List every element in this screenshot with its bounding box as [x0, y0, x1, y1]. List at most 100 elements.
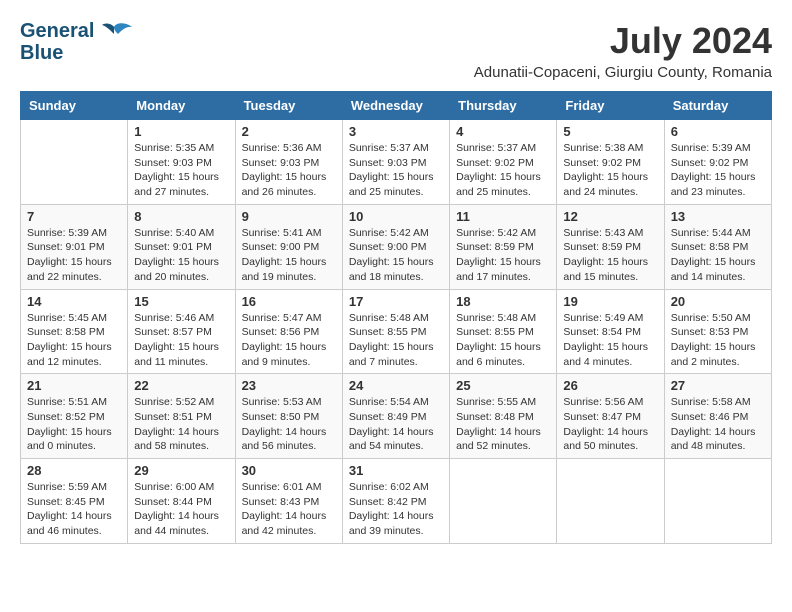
- day-info: Sunrise: 5:51 AM Sunset: 8:52 PM Dayligh…: [27, 395, 121, 454]
- day-info: Sunrise: 5:46 AM Sunset: 8:57 PM Dayligh…: [134, 311, 228, 370]
- weekday-header-thursday: Thursday: [450, 92, 557, 120]
- calendar-cell: 9 Sunrise: 5:41 AM Sunset: 9:00 PM Daylig…: [235, 204, 342, 289]
- day-number: 13: [671, 209, 765, 224]
- day-number: 23: [242, 378, 336, 393]
- day-number: 4: [456, 124, 550, 139]
- day-number: 2: [242, 124, 336, 139]
- weekday-header-monday: Monday: [128, 92, 235, 120]
- day-info: Sunrise: 5:37 AM Sunset: 9:02 PM Dayligh…: [456, 141, 550, 200]
- calendar-cell: [664, 459, 771, 544]
- day-info: Sunrise: 5:40 AM Sunset: 9:01 PM Dayligh…: [134, 226, 228, 285]
- day-info: Sunrise: 5:49 AM Sunset: 8:54 PM Dayligh…: [563, 311, 657, 370]
- day-info: Sunrise: 5:35 AM Sunset: 9:03 PM Dayligh…: [134, 141, 228, 200]
- calendar-cell: 31 Sunrise: 6:02 AM Sunset: 8:42 PM Dayli…: [342, 459, 449, 544]
- calendar-cell: 5 Sunrise: 5:38 AM Sunset: 9:02 PM Daylig…: [557, 120, 664, 205]
- day-number: 28: [27, 463, 121, 478]
- day-info: Sunrise: 5:37 AM Sunset: 9:03 PM Dayligh…: [349, 141, 443, 200]
- calendar-cell: 11Sunrise: 5:42 AM Sunset: 8:59 PM Dayli…: [450, 204, 557, 289]
- day-number: 25: [456, 378, 550, 393]
- calendar-cell: 18 Sunrise: 5:48 AM Sunset: 8:55 PM Dayli…: [450, 289, 557, 374]
- calendar-cell: [450, 459, 557, 544]
- day-info: Sunrise: 6:00 AM Sunset: 8:44 PM Dayligh…: [134, 480, 228, 539]
- calendar-cell: 10Sunrise: 5:42 AM Sunset: 9:00 PM Dayli…: [342, 204, 449, 289]
- logo-line1: General: [20, 20, 94, 42]
- day-info: Sunrise: 5:47 AM Sunset: 8:56 PM Dayligh…: [242, 311, 336, 370]
- day-number: 17: [349, 294, 443, 309]
- day-info: Sunrise: 5:39 AM Sunset: 9:02 PM Dayligh…: [671, 141, 765, 200]
- calendar-cell: 15 Sunrise: 5:46 AM Sunset: 8:57 PM Dayli…: [128, 289, 235, 374]
- day-number: 11: [456, 209, 550, 224]
- calendar-week-4: 21 Sunrise: 5:51 AM Sunset: 8:52 PM Dayli…: [21, 374, 772, 459]
- day-info: Sunrise: 5:43 AM Sunset: 8:59 PM Dayligh…: [563, 226, 657, 285]
- weekday-header-friday: Friday: [557, 92, 664, 120]
- calendar-cell: 21 Sunrise: 5:51 AM Sunset: 8:52 PM Dayli…: [21, 374, 128, 459]
- day-info: Sunrise: 5:58 AM Sunset: 8:46 PM Dayligh…: [671, 395, 765, 454]
- weekday-header-sunday: Sunday: [21, 92, 128, 120]
- day-number: 24: [349, 378, 443, 393]
- calendar-cell: 30Sunrise: 6:01 AM Sunset: 8:43 PM Dayli…: [235, 459, 342, 544]
- day-info: Sunrise: 5:52 AM Sunset: 8:51 PM Dayligh…: [134, 395, 228, 454]
- day-number: 22: [134, 378, 228, 393]
- calendar-week-2: 7 Sunrise: 5:39 AM Sunset: 9:01 PM Daylig…: [21, 204, 772, 289]
- weekday-header-saturday: Saturday: [664, 92, 771, 120]
- calendar-cell: [21, 120, 128, 205]
- day-number: 21: [27, 378, 121, 393]
- day-number: 12: [563, 209, 657, 224]
- day-info: Sunrise: 5:38 AM Sunset: 9:02 PM Dayligh…: [563, 141, 657, 200]
- calendar-cell: 17 Sunrise: 5:48 AM Sunset: 8:55 PM Dayli…: [342, 289, 449, 374]
- day-info: Sunrise: 6:01 AM Sunset: 8:43 PM Dayligh…: [242, 480, 336, 539]
- calendar-cell: 25 Sunrise: 5:55 AM Sunset: 8:48 PM Dayli…: [450, 374, 557, 459]
- weekday-header-wednesday: Wednesday: [342, 92, 449, 120]
- calendar-week-5: 28Sunrise: 5:59 AM Sunset: 8:45 PM Dayli…: [21, 459, 772, 544]
- calendar-header-row: SundayMondayTuesdayWednesdayThursdayFrid…: [21, 92, 772, 120]
- calendar-cell: 22 Sunrise: 5:52 AM Sunset: 8:51 PM Dayli…: [128, 374, 235, 459]
- day-number: 3: [349, 124, 443, 139]
- day-info: Sunrise: 5:54 AM Sunset: 8:49 PM Dayligh…: [349, 395, 443, 454]
- calendar-cell: 12 Sunrise: 5:43 AM Sunset: 8:59 PM Dayli…: [557, 204, 664, 289]
- calendar-cell: 26 Sunrise: 5:56 AM Sunset: 8:47 PM Dayli…: [557, 374, 664, 459]
- calendar-cell: 24 Sunrise: 5:54 AM Sunset: 8:49 PM Dayli…: [342, 374, 449, 459]
- logo-line2: Blue: [20, 42, 94, 64]
- day-info: Sunrise: 6:02 AM Sunset: 8:42 PM Dayligh…: [349, 480, 443, 539]
- calendar-cell: 27Sunrise: 5:58 AM Sunset: 8:46 PM Dayli…: [664, 374, 771, 459]
- day-number: 1: [134, 124, 228, 139]
- calendar-week-1: 1 Sunrise: 5:35 AM Sunset: 9:03 PM Daylig…: [21, 120, 772, 205]
- calendar-table: SundayMondayTuesdayWednesdayThursdayFrid…: [20, 91, 772, 544]
- page-header: General Blue July 2024 Adunatii-Copaceni…: [20, 20, 772, 81]
- weekday-header-tuesday: Tuesday: [235, 92, 342, 120]
- day-info: Sunrise: 5:44 AM Sunset: 8:58 PM Dayligh…: [671, 226, 765, 285]
- calendar-cell: 2 Sunrise: 5:36 AM Sunset: 9:03 PM Daylig…: [235, 120, 342, 205]
- day-number: 16: [242, 294, 336, 309]
- day-info: Sunrise: 5:48 AM Sunset: 8:55 PM Dayligh…: [349, 311, 443, 370]
- day-info: Sunrise: 5:41 AM Sunset: 9:00 PM Dayligh…: [242, 226, 336, 285]
- day-info: Sunrise: 5:39 AM Sunset: 9:01 PM Dayligh…: [27, 226, 121, 285]
- calendar-cell: 1 Sunrise: 5:35 AM Sunset: 9:03 PM Daylig…: [128, 120, 235, 205]
- day-number: 18: [456, 294, 550, 309]
- location-subtitle: Adunatii-Copaceni, Giurgiu County, Roman…: [474, 64, 772, 81]
- day-number: 5: [563, 124, 657, 139]
- day-info: Sunrise: 5:50 AM Sunset: 8:53 PM Dayligh…: [671, 311, 765, 370]
- day-info: Sunrise: 5:56 AM Sunset: 8:47 PM Dayligh…: [563, 395, 657, 454]
- day-number: 15: [134, 294, 228, 309]
- day-number: 10: [349, 209, 443, 224]
- day-number: 26: [563, 378, 657, 393]
- day-number: 31: [349, 463, 443, 478]
- day-number: 29: [134, 463, 228, 478]
- calendar-cell: 28Sunrise: 5:59 AM Sunset: 8:45 PM Dayli…: [21, 459, 128, 544]
- month-year-title: July 2024: [474, 20, 772, 62]
- calendar-cell: 8Sunrise: 5:40 AM Sunset: 9:01 PM Daylig…: [128, 204, 235, 289]
- day-info: Sunrise: 5:36 AM Sunset: 9:03 PM Dayligh…: [242, 141, 336, 200]
- day-info: Sunrise: 5:55 AM Sunset: 8:48 PM Dayligh…: [456, 395, 550, 454]
- day-number: 6: [671, 124, 765, 139]
- day-info: Sunrise: 5:45 AM Sunset: 8:58 PM Dayligh…: [27, 311, 121, 370]
- logo: General Blue: [20, 20, 132, 64]
- day-info: Sunrise: 5:53 AM Sunset: 8:50 PM Dayligh…: [242, 395, 336, 454]
- calendar-cell: 19Sunrise: 5:49 AM Sunset: 8:54 PM Dayli…: [557, 289, 664, 374]
- day-number: 9: [242, 209, 336, 224]
- day-info: Sunrise: 5:48 AM Sunset: 8:55 PM Dayligh…: [456, 311, 550, 370]
- title-section: July 2024 Adunatii-Copaceni, Giurgiu Cou…: [474, 20, 772, 81]
- calendar-week-3: 14Sunrise: 5:45 AM Sunset: 8:58 PM Dayli…: [21, 289, 772, 374]
- calendar-cell: 23 Sunrise: 5:53 AM Sunset: 8:50 PM Dayli…: [235, 374, 342, 459]
- calendar-cell: 29 Sunrise: 6:00 AM Sunset: 8:44 PM Dayli…: [128, 459, 235, 544]
- day-number: 7: [27, 209, 121, 224]
